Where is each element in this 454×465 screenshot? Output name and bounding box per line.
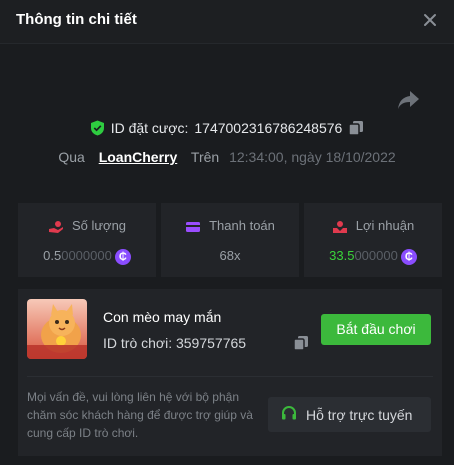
online-support-button[interactable]: Hỗ trợ trực tuyến: [268, 397, 431, 432]
game-id-label: ID trò chơi:: [103, 335, 173, 351]
stat-payout-label: Thanh toán: [209, 218, 275, 233]
stat-amount: Số lượng 0.50000000 ₵: [18, 203, 156, 277]
on-label: Trên: [190, 149, 220, 165]
game-id: ID trò chơi: 359757765: [103, 335, 246, 351]
stat-profit: Lợi nhuận 33.5000000 ₵: [304, 203, 442, 277]
shield-check-icon: [90, 120, 105, 136]
username-link[interactable]: LoanCherry: [99, 149, 178, 165]
bet-id-value: 1747002316786248576: [194, 120, 343, 136]
bet-id-label: ID đặt cược:: [110, 120, 189, 136]
close-icon[interactable]: [420, 10, 440, 30]
share-icon[interactable]: [396, 88, 422, 112]
help-text: Mọi vấn đề, vui lòng liên hệ với bộ phận…: [27, 390, 253, 440]
game-card: Con mèo may mắn ID trò chơi: 359757765 B…: [18, 289, 442, 456]
via-row: Qua LoanCherry Trên 12:34:00, ngày 18/10…: [0, 149, 454, 165]
profit-icon: [332, 220, 348, 234]
online-support-label: Hỗ trợ trực tuyến: [306, 406, 413, 423]
stat-profit-value-tail: 000000: [354, 248, 398, 263]
stat-amount-value: 0.5: [43, 248, 62, 263]
start-playing-button[interactable]: Bắt đầu chơi: [321, 314, 431, 345]
stat-amount-label: Số lượng: [71, 218, 127, 233]
divider: [27, 376, 433, 377]
stat-amount-value-tail: 0000000: [61, 248, 112, 263]
bet-id-row: ID đặt cược: 1747002316786248576: [0, 120, 454, 139]
game-id-value: 359757765: [175, 335, 247, 351]
coin-icon: ₵: [114, 248, 131, 265]
card-icon: [185, 220, 201, 234]
headset-icon: [280, 404, 298, 425]
coin-icon: ₵: [400, 248, 417, 265]
game-thumbnail[interactable]: [27, 299, 87, 359]
modal-header: Thông tin chi tiết: [0, 0, 454, 44]
stat-profit-label: Lợi nhuận: [355, 218, 415, 233]
coins-hand-icon: [48, 220, 64, 234]
stat-payout-value: 68x: [219, 248, 241, 263]
copy-bet-id-icon[interactable]: [348, 120, 364, 136]
stat-profit-value: 33.5: [329, 248, 355, 263]
stats-row: Số lượng 0.50000000 ₵ Thanh toán 68x Lợi …: [18, 203, 442, 277]
stat-payout: Thanh toán 68x: [161, 203, 299, 277]
bet-datetime: 12:34:00, ngày 18/10/2022: [229, 149, 396, 165]
copy-game-id-icon[interactable]: [293, 335, 309, 351]
game-name: Con mèo may mắn: [103, 309, 222, 325]
modal-title: Thông tin chi tiết: [16, 11, 137, 28]
via-label: Qua: [58, 149, 85, 165]
